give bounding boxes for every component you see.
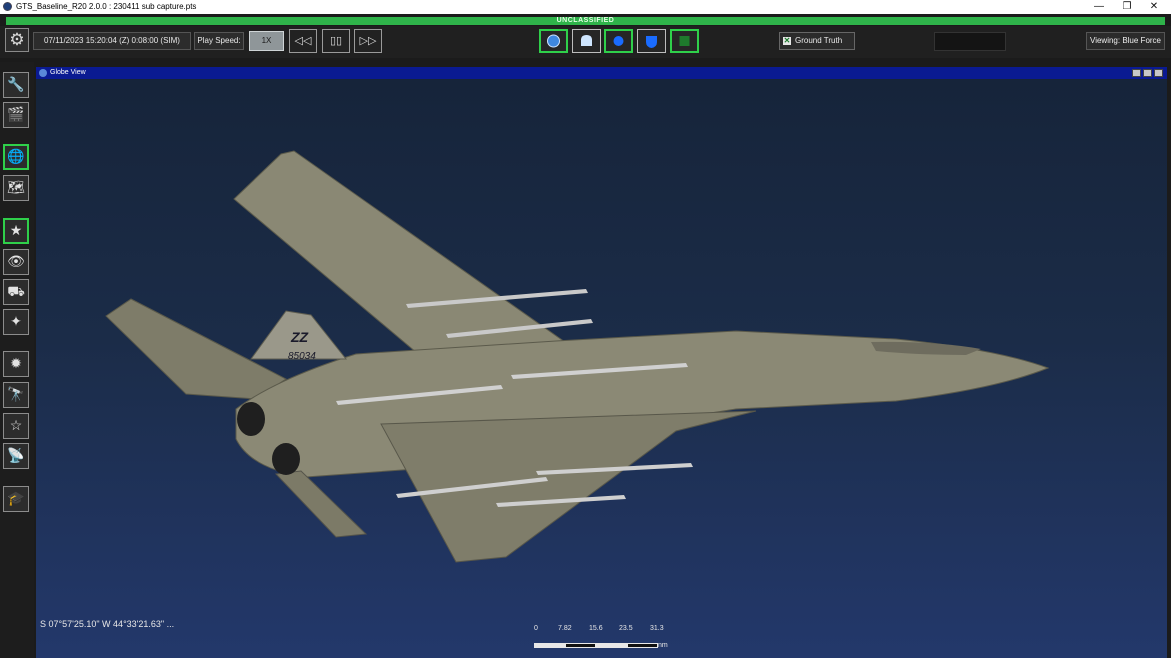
map-view-button[interactable]: 🗺 bbox=[3, 175, 29, 201]
pause-icon: ▯▯ bbox=[329, 35, 343, 47]
fast-forward-button[interactable]: ▷▷ bbox=[354, 29, 382, 53]
scale-segment bbox=[565, 643, 596, 648]
tail-serial: 85034 bbox=[288, 351, 316, 362]
main-toolbar: ⚙ 07/11/2023 15:20:04 (Z) 0:08:00 (SIM) … bbox=[0, 26, 1171, 58]
visibility-button[interactable]: 👁 bbox=[3, 249, 29, 275]
tail-code: ZZ bbox=[290, 329, 309, 345]
star-asset-button[interactable]: ✦ bbox=[3, 309, 29, 335]
minimize-button[interactable]: — bbox=[1086, 0, 1112, 14]
scale-label: 7.82 bbox=[558, 625, 572, 632]
pause-button[interactable]: ▯▯ bbox=[322, 29, 350, 53]
air-filter-button[interactable] bbox=[604, 29, 633, 53]
rewind-icon: ◁◁ bbox=[294, 35, 312, 47]
maximize-button[interactable]: ❐ bbox=[1114, 0, 1140, 14]
ground-unit-icon bbox=[581, 35, 592, 46]
telescope-star-icon: ☆ bbox=[9, 417, 23, 433]
scale-segment bbox=[627, 643, 658, 648]
fast-forward-icon: ▷▷ bbox=[359, 35, 377, 47]
vehicle-layers-icon: ⛟ bbox=[7, 283, 25, 299]
air-unit-icon bbox=[613, 36, 624, 46]
star-list-button[interactable]: ★ bbox=[3, 218, 29, 244]
shield-icon bbox=[646, 36, 657, 48]
classification-banner: UNCLASSIFIED bbox=[6, 17, 1165, 25]
close-button[interactable]: ✕ bbox=[1141, 0, 1167, 14]
scale-segment bbox=[596, 643, 627, 648]
satellite-dish-button[interactable]: 📡 bbox=[3, 443, 29, 469]
scale-label: 23.5 bbox=[619, 625, 633, 632]
globe-small-icon bbox=[39, 69, 47, 77]
sim-time-display: 07/11/2023 15:20:04 (Z) 0:08:00 (SIM) bbox=[33, 32, 191, 50]
ground-filter-button[interactable] bbox=[572, 29, 601, 53]
map-view-icon: 🗺 bbox=[7, 179, 25, 195]
square-icon bbox=[679, 36, 690, 46]
viewing-force-selector[interactable]: Viewing: Blue Force bbox=[1086, 32, 1165, 50]
cursor-coordinates: S 07°57'25.10" W 44°33'21.63" ... bbox=[40, 619, 175, 629]
graduation-icon: 🎓 bbox=[7, 490, 25, 506]
settings-button[interactable]: ⚙ bbox=[5, 28, 29, 52]
play-speed-label: Play Speed: bbox=[194, 32, 244, 50]
check-icon: ✕ bbox=[783, 35, 791, 45]
rewind-button[interactable]: ◁◁ bbox=[289, 29, 317, 53]
scale-segment bbox=[534, 643, 565, 648]
telescope-target-icon: 🔭 bbox=[7, 386, 25, 402]
scale-label: 15.6 bbox=[589, 625, 603, 632]
panel-minimize-button[interactable] bbox=[1132, 69, 1141, 77]
globe-3d-icon: 🌐 bbox=[7, 148, 25, 164]
play-speed-button[interactable]: 1X bbox=[249, 31, 284, 51]
ground-truth-toggle[interactable]: ✕ Ground Truth bbox=[779, 32, 855, 50]
scale-label: 31.3 bbox=[650, 625, 664, 632]
globe-icon bbox=[547, 34, 560, 48]
surface-filter-button[interactable] bbox=[637, 29, 666, 53]
left-sidebar: 🔧 🎬 🌐 🗺 ★ 👁 ⛟ ✦ ✹ 🔭 ☆ 📡 🎓 bbox=[0, 62, 34, 658]
scale-bar: 0 7.82 15.6 23.5 31.3 nm bbox=[530, 623, 710, 653]
unknown-filter-button[interactable] bbox=[670, 29, 699, 53]
star-asset-icon: ✦ bbox=[10, 313, 22, 329]
scale-unit: nm bbox=[658, 642, 668, 649]
vehicle-layers-button[interactable]: ⛟ bbox=[3, 279, 29, 305]
scale-label: 0 bbox=[534, 625, 538, 632]
telescope-star-button[interactable]: ☆ bbox=[3, 413, 29, 439]
app-icon bbox=[3, 2, 12, 11]
window-titlebar: GTS_Baseline_R20 2.0.0 : 230411 sub capt… bbox=[0, 0, 1171, 14]
tools-icon: 🔧 bbox=[7, 76, 25, 92]
telescope-target-button[interactable]: 🔭 bbox=[3, 382, 29, 408]
globe-3d-button[interactable]: 🌐 bbox=[3, 144, 29, 170]
window-title: GTS_Baseline_R20 2.0.0 : 230411 sub capt… bbox=[16, 2, 197, 11]
scenario-button[interactable]: 🎬 bbox=[3, 102, 29, 128]
eye-icon: 👁 bbox=[7, 253, 25, 269]
gear-icon: ⚙ bbox=[9, 30, 25, 49]
training-button[interactable]: 🎓 bbox=[3, 486, 29, 512]
sensor-button[interactable]: ✹ bbox=[3, 351, 29, 377]
sensor-icon: ✹ bbox=[10, 355, 22, 371]
panel-maximize-button[interactable] bbox=[1143, 69, 1152, 77]
panel-close-button[interactable] bbox=[1154, 69, 1163, 77]
star-list-icon: ★ bbox=[9, 222, 23, 238]
aircraft-model: ZZ 85034 bbox=[105, 150, 1050, 563]
ground-truth-label: Ground Truth bbox=[795, 36, 843, 45]
clapperboard-icon: 🎬 bbox=[7, 106, 25, 122]
globe-viewport[interactable]: ZZ 85034 S 07°57'25.10" W 44°33'21.63" .… bbox=[36, 79, 1167, 658]
tools-button[interactable]: 🔧 bbox=[3, 72, 29, 98]
globe-view-header: Globe View bbox=[36, 67, 1167, 79]
globe-mode-button[interactable] bbox=[539, 29, 568, 53]
globe-view-title: Globe View bbox=[50, 69, 86, 76]
status-field bbox=[934, 32, 1006, 51]
satellite-dish-icon: 📡 bbox=[7, 447, 25, 463]
